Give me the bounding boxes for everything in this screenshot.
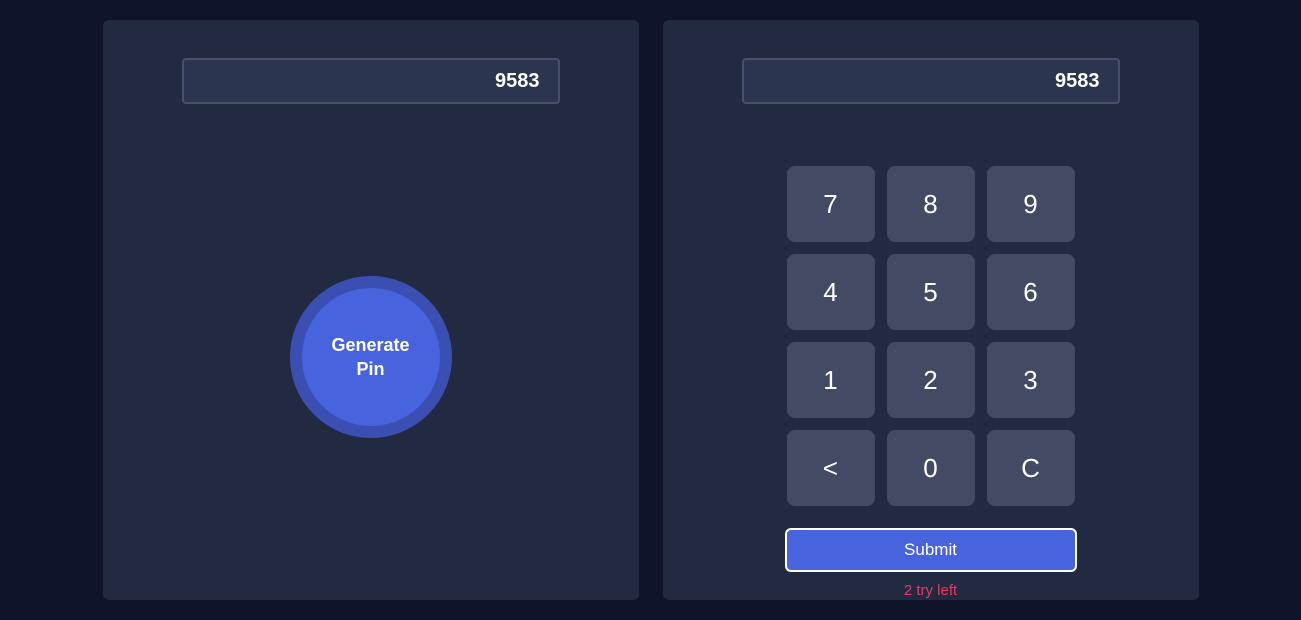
key-5[interactable]: 5 bbox=[887, 254, 975, 330]
generated-pin-display bbox=[182, 58, 560, 104]
generate-pin-label-line1: Generate bbox=[302, 333, 440, 357]
generate-pin-panel: Generate Pin bbox=[103, 20, 639, 600]
key-1[interactable]: 1 bbox=[787, 342, 875, 418]
entered-pin-display bbox=[742, 58, 1120, 104]
key-clear[interactable]: C bbox=[987, 430, 1075, 506]
generate-pin-button[interactable]: Generate Pin bbox=[290, 276, 452, 438]
submit-button[interactable]: Submit bbox=[785, 528, 1077, 572]
key-4[interactable]: 4 bbox=[787, 254, 875, 330]
attempts-remaining-text: 2 try left bbox=[904, 582, 957, 599]
generate-pin-label-line2: Pin bbox=[302, 357, 440, 381]
key-7[interactable]: 7 bbox=[787, 166, 875, 242]
key-6[interactable]: 6 bbox=[987, 254, 1075, 330]
key-backspace[interactable]: < bbox=[787, 430, 875, 506]
key-8[interactable]: 8 bbox=[887, 166, 975, 242]
key-9[interactable]: 9 bbox=[987, 166, 1075, 242]
key-3[interactable]: 3 bbox=[987, 342, 1075, 418]
numeric-keypad: 7 8 9 4 5 6 1 2 3 < 0 C bbox=[787, 166, 1075, 506]
enter-pin-panel: 7 8 9 4 5 6 1 2 3 < 0 C Submit 2 try lef… bbox=[663, 20, 1199, 600]
key-2[interactable]: 2 bbox=[887, 342, 975, 418]
key-0[interactable]: 0 bbox=[887, 430, 975, 506]
